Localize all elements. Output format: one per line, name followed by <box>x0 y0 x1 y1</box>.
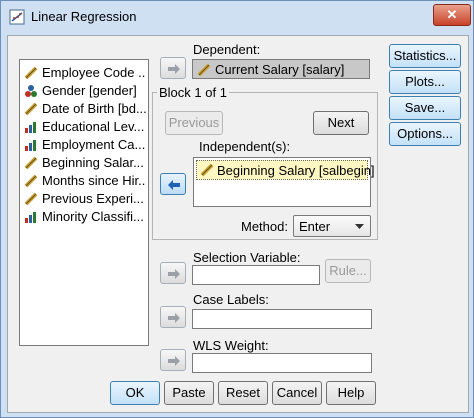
variable-list-item[interactable]: Employee Code ... <box>24 64 146 82</box>
wls-weight-label: WLS Weight: <box>193 338 269 353</box>
ordinal-icon <box>25 140 36 151</box>
arrow-right-icon <box>168 313 180 323</box>
selection-variable-label: Selection Variable: <box>193 250 301 265</box>
linear-regression-dialog: Linear Regression ✕ Employee Code ... Gen… <box>0 0 474 418</box>
dependent-label: Dependent: <box>193 42 261 57</box>
statistics-label: Statistics... <box>393 48 457 63</box>
reset-button[interactable]: Reset <box>218 381 268 405</box>
ordinal-icon <box>25 122 36 133</box>
reset-label: Reset <box>226 385 260 400</box>
plots-button[interactable]: Plots... <box>389 70 461 94</box>
dependent-field[interactable]: Current Salary [salary] <box>192 59 370 79</box>
independent-item-label: Beginning Salary [salbegin] <box>217 163 375 178</box>
variable-list-item[interactable]: Employment Ca... <box>24 136 146 154</box>
dialog-body: Employee Code ... Gender [gender] Date of … <box>7 35 469 413</box>
paste-button[interactable]: Paste <box>164 381 214 405</box>
variable-list-item[interactable]: Date of Birth [bd... <box>24 100 146 118</box>
arrow-right-icon <box>168 269 180 279</box>
variable-label: Minority Classifi... <box>42 209 144 224</box>
cancel-label: Cancel <box>276 385 318 400</box>
nominal-icon <box>25 85 37 97</box>
scale-icon <box>24 156 38 170</box>
independent-item[interactable]: Beginning Salary [salbegin] <box>196 160 375 180</box>
method-select[interactable]: Enter <box>293 215 371 237</box>
method-label: Method: <box>241 219 288 234</box>
variable-list-item[interactable]: Beginning Salar... <box>24 154 146 172</box>
scale-icon <box>24 192 38 206</box>
variable-list-item[interactable]: Months since Hir... <box>24 172 146 190</box>
block-group: Block 1 of 1 Previous Next Independent(s… <box>152 85 378 240</box>
paste-label: Paste <box>172 385 206 400</box>
method-value: Enter <box>299 219 331 234</box>
scale-icon <box>24 66 38 80</box>
selection-variable-field[interactable] <box>192 265 320 285</box>
previous-label: Previous <box>168 115 220 130</box>
wls-weight-field[interactable] <box>192 353 372 373</box>
variable-label: Beginning Salar... <box>42 155 144 170</box>
help-label: Help <box>337 385 365 400</box>
scale-icon <box>24 174 38 188</box>
move-to-dependent-button[interactable] <box>160 57 186 79</box>
chevron-down-icon <box>355 224 364 229</box>
next-label: Next <box>327 115 355 130</box>
variable-label: Gender [gender] <box>42 83 137 98</box>
arrow-right-icon <box>168 356 180 366</box>
scale-variable-icon <box>200 163 214 177</box>
move-to-independents-button[interactable] <box>160 173 186 195</box>
cancel-button[interactable]: Cancel <box>272 381 322 405</box>
scale-icon <box>24 102 38 116</box>
arrow-right-icon <box>168 64 180 74</box>
variable-label: Employee Code ... <box>42 65 146 80</box>
case-labels-label: Case Labels: <box>193 292 269 307</box>
arrow-left-icon <box>168 180 180 190</box>
scale-variable-icon <box>197 63 211 77</box>
independents-list[interactable]: Beginning Salary [salbegin] <box>193 157 375 207</box>
variable-list[interactable]: Employee Code ... Gender [gender] Date of … <box>19 59 149 346</box>
block-title: Block 1 of 1 <box>157 85 229 100</box>
variable-list-item[interactable]: Gender [gender] <box>24 82 146 100</box>
variable-list-item[interactable]: Educational Lev... <box>24 118 146 136</box>
next-block-button[interactable]: Next <box>313 111 369 135</box>
ok-label: OK <box>125 385 145 400</box>
title-bar[interactable]: Linear Regression ✕ <box>1 1 473 31</box>
rule-button[interactable]: Rule... <box>325 259 371 283</box>
close-icon: ✕ <box>446 7 458 22</box>
independents-label: Independent(s): <box>199 139 291 154</box>
ordinal-icon <box>25 212 36 223</box>
dependent-value: Current Salary [salary] <box>215 62 345 77</box>
variable-list-item[interactable]: Minority Classifi... <box>24 208 146 226</box>
variable-list-item[interactable]: Previous Experi... <box>24 190 146 208</box>
ok-button[interactable]: OK <box>110 381 160 405</box>
move-to-wls-button[interactable] <box>160 349 186 371</box>
variable-label: Months since Hir... <box>42 173 146 188</box>
variable-label: Educational Lev... <box>42 119 145 134</box>
variable-label: Date of Birth [bd... <box>42 101 146 116</box>
statistics-button[interactable]: Statistics... <box>389 44 461 68</box>
close-button[interactable]: ✕ <box>433 4 471 26</box>
regression-app-icon <box>9 9 25 25</box>
move-to-selection-button[interactable] <box>160 262 186 284</box>
case-labels-field[interactable] <box>192 309 372 329</box>
rule-label: Rule... <box>329 263 367 278</box>
save-button[interactable]: Save... <box>389 96 461 120</box>
previous-block-button[interactable]: Previous <box>165 111 223 135</box>
window-title: Linear Regression <box>31 9 137 24</box>
plots-label: Plots... <box>405 74 445 89</box>
variable-label: Employment Ca... <box>42 137 146 152</box>
save-label: Save... <box>404 100 446 115</box>
options-label: Options... <box>397 126 453 141</box>
variable-label: Previous Experi... <box>42 191 144 206</box>
help-button[interactable]: Help <box>326 381 376 405</box>
move-to-case-labels-button[interactable] <box>160 306 186 328</box>
options-button[interactable]: Options... <box>389 122 461 146</box>
